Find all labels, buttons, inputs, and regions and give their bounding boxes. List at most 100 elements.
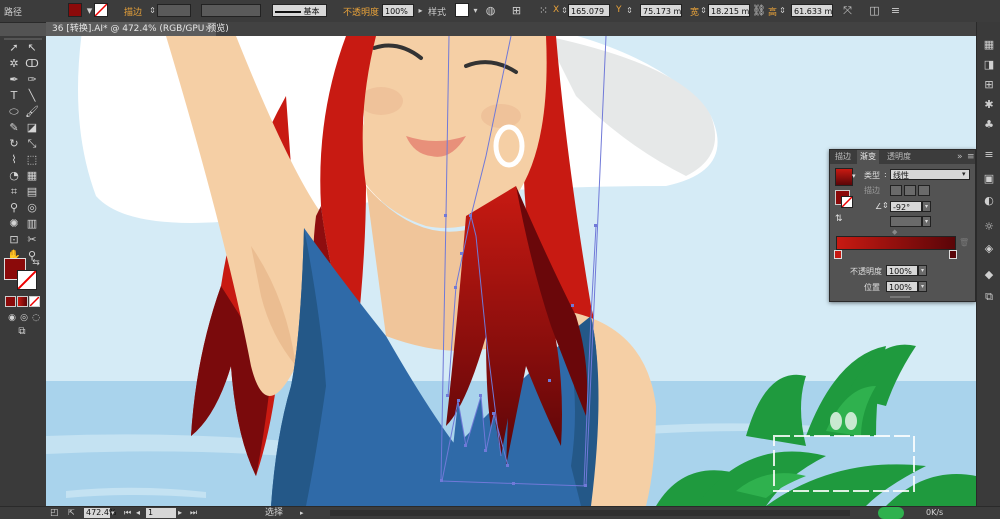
eyedropper-tool-icon[interactable]: ⚲ — [6, 200, 22, 216]
chevron-down-icon[interactable]: ▾ — [918, 265, 927, 276]
stroke-weight-field[interactable] — [157, 4, 191, 17]
blend-tool-icon[interactable]: ◎ — [24, 200, 40, 216]
line-tool-icon[interactable]: ╲ — [24, 88, 40, 104]
x-field[interactable]: 165.079 — [568, 4, 610, 17]
chevron-down-icon[interactable]: ▾ — [922, 201, 931, 212]
variable-width-dropdown[interactable] — [201, 4, 261, 17]
chevron-down-icon[interactable]: ▾ — [111, 507, 115, 519]
none-mode-icon[interactable] — [29, 296, 40, 307]
swap-fill-stroke-icon[interactable]: ⇆ — [28, 255, 44, 271]
artboard-field[interactable]: 1 — [146, 508, 176, 518]
graph-tool-icon[interactable]: ▥ — [24, 216, 40, 232]
align-icon[interactable]: ⊞ — [510, 4, 523, 17]
chevron-down-icon[interactable]: ▾ — [918, 281, 927, 292]
artboards-icon[interactable]: ⧉ — [982, 290, 996, 304]
resize-grip[interactable] — [890, 296, 910, 298]
opacity-arrow-icon[interactable]: ▸ — [414, 4, 427, 17]
last-artboard-icon[interactable]: ⏭ — [190, 507, 197, 519]
recolor-artwork-icon[interactable]: ◍ — [484, 4, 497, 17]
next-artboard-icon[interactable]: ▸ — [178, 507, 182, 519]
swatches-icon[interactable]: ⊞ — [982, 78, 996, 92]
midpoint-diamond-icon[interactable]: ◆ — [892, 228, 897, 236]
rectangle-tool-icon[interactable]: ⬭ — [6, 104, 22, 120]
stop-position-field[interactable]: 100% — [886, 281, 918, 292]
stroke-along-icon[interactable] — [904, 185, 916, 196]
pen-tool-icon[interactable]: ✒ — [6, 72, 22, 88]
y-field[interactable]: 75.173 m — [640, 4, 682, 17]
panel-menu-icon[interactable]: ≡ — [889, 4, 902, 17]
stroke-apply-icon[interactable] — [890, 185, 902, 196]
stroke-box[interactable] — [841, 196, 853, 208]
tab-stroke[interactable]: 描边 — [832, 150, 854, 164]
gradient-preview-swatch[interactable] — [835, 168, 853, 186]
gradient-mode-icon[interactable] — [17, 296, 28, 307]
reverse-gradient-icon[interactable]: ⇅ — [835, 214, 843, 224]
chevron-down-icon[interactable]: ▾ — [469, 4, 482, 17]
link-icon[interactable]: ⛓ — [752, 4, 766, 17]
slice-tool-icon[interactable]: ✂ — [24, 232, 40, 248]
status-arrow-icon[interactable]: ▸ — [300, 507, 304, 519]
screen-mode-icon[interactable]: ⧉ — [14, 324, 30, 340]
layers-icon[interactable]: ◆ — [982, 268, 996, 282]
magic-wand-tool-icon[interactable]: ✲ — [6, 56, 22, 72]
style-swatch[interactable] — [455, 3, 469, 17]
chevron-down-icon[interactable]: ▾ — [962, 170, 966, 178]
scale-tool-icon[interactable]: ⤡ — [24, 136, 40, 152]
opacity-field[interactable]: 100% — [382, 4, 414, 17]
stroke-color-box[interactable] — [17, 270, 37, 290]
gradient-type-select[interactable]: 线性 — [890, 169, 970, 180]
stop-opacity-field[interactable]: 100% — [886, 265, 918, 276]
delete-stop-icon[interactable]: 🗑 — [959, 238, 969, 247]
paintbrush-tool-icon[interactable]: 🖌 — [24, 104, 40, 120]
gradient-stop-end[interactable] — [949, 250, 957, 259]
color-guide-icon[interactable]: ◨ — [982, 58, 996, 72]
share-icon[interactable]: ⇱ — [68, 507, 75, 519]
curvature-tool-icon[interactable]: ✑ — [24, 72, 40, 88]
draw-inside-icon[interactable]: ◌ — [28, 310, 44, 326]
tab-gradient[interactable]: 渐变 — [857, 150, 879, 164]
transparency-panel-icon[interactable]: ◐ — [982, 194, 996, 208]
perspective-tool-icon[interactable]: ▦ — [24, 168, 40, 184]
gradient-slider[interactable] — [836, 236, 956, 250]
artboard-tool-icon[interactable]: ⊡ — [6, 232, 22, 248]
chevron-down-icon[interactable]: ▾ — [922, 216, 931, 227]
shape-builder-tool-icon[interactable]: ◔ — [6, 168, 22, 184]
current-tool-status[interactable]: 选择 — [265, 507, 283, 519]
height-stepper-icon[interactable]: ⇕ — [776, 4, 789, 17]
aspect-ratio-field[interactable] — [890, 216, 922, 227]
width-field[interactable]: 18.215 m — [708, 4, 750, 17]
symbol-sprayer-tool-icon[interactable]: ✺ — [6, 216, 22, 232]
gradient-panel-icon[interactable]: ▣ — [982, 172, 996, 186]
zoom-field[interactable]: 472.4% — [84, 508, 117, 518]
document-tab[interactable]: 36 [转换].AI* @ 472.4% (RGB/GPU 预览) × — [46, 22, 229, 36]
brushes-icon[interactable]: ✱ — [982, 98, 996, 112]
gradient-stop-start[interactable] — [834, 250, 842, 259]
brush-stroke-dropdown[interactable]: 基本 — [272, 4, 327, 17]
horizontal-scrollbar[interactable] — [330, 510, 850, 516]
transform-icon[interactable]: ⤧ — [841, 4, 854, 17]
symbols-icon[interactable]: ♣ — [982, 118, 996, 132]
mesh-tool-icon[interactable]: ⌗ — [6, 184, 22, 200]
gradient-tool-icon[interactable]: ▤ — [24, 184, 40, 200]
stroke-across-icon[interactable] — [918, 185, 930, 196]
selection-tool-icon[interactable]: ➚ — [6, 40, 22, 56]
color-mode-icon[interactable] — [5, 296, 16, 307]
prev-artboard-icon[interactable]: ◂ — [136, 507, 140, 519]
opacity-label[interactable]: 不透明度 — [343, 5, 379, 18]
direct-selection-tool-icon[interactable]: ↖ — [24, 40, 40, 56]
graphic-styles-icon[interactable]: ◈ — [982, 242, 996, 256]
angle-field[interactable]: -92° — [890, 201, 922, 212]
view-icon[interactable]: ◰ — [50, 507, 59, 519]
free-transform-tool-icon[interactable]: ⬚ — [24, 152, 40, 168]
pencil-tool-icon[interactable]: ✎ — [6, 120, 22, 136]
height-field[interactable]: 61.633 m — [791, 4, 833, 17]
lasso-tool-icon[interactable]: ↀ — [24, 56, 40, 72]
stroke-swatch[interactable] — [94, 3, 108, 17]
warp-tool-icon[interactable]: ⌇ — [6, 152, 22, 168]
reference-point-icon[interactable]: ⁙ — [537, 4, 550, 17]
stroke-panel-icon[interactable]: ≡ — [982, 148, 996, 162]
color-panel-icon[interactable]: ▦ — [982, 38, 996, 52]
stroke-label[interactable]: 描边 — [124, 5, 142, 18]
close-icon[interactable]: × — [204, 22, 212, 36]
tab-transparency[interactable]: 透明度 — [884, 150, 914, 164]
